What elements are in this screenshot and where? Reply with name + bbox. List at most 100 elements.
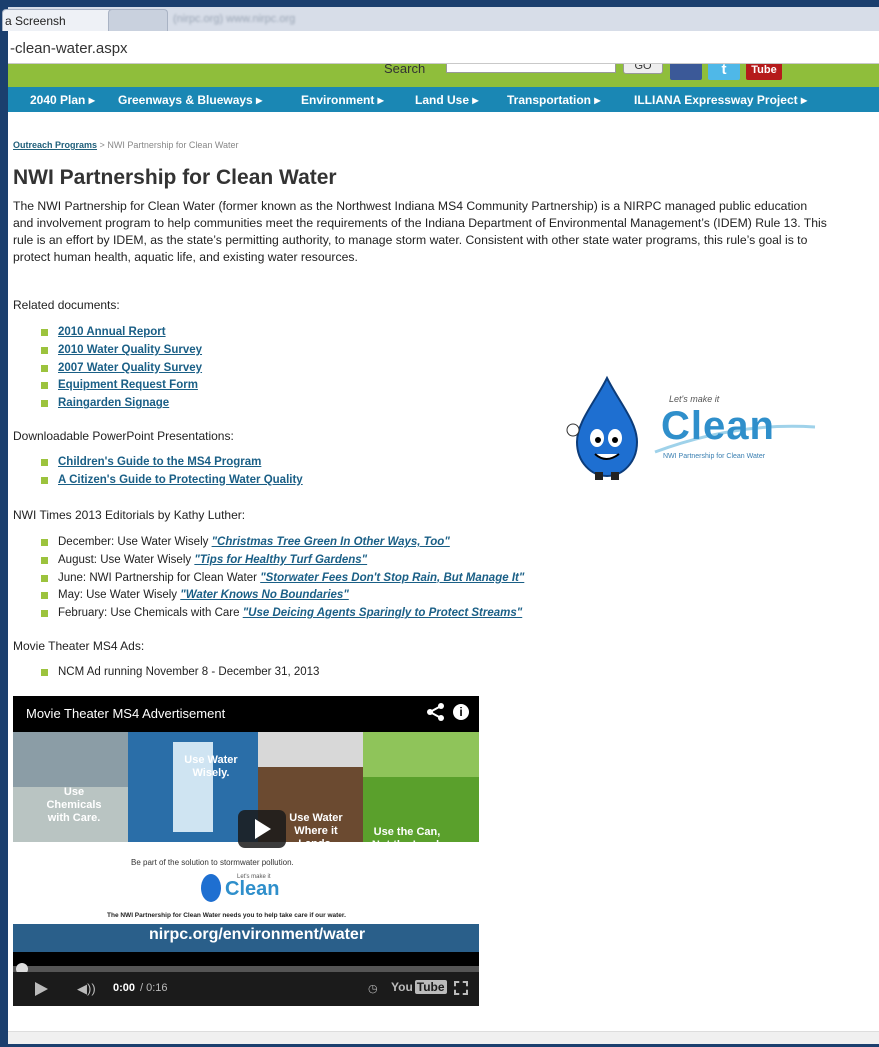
editorial-link-december[interactable]: "Christmas Tree Green In Other Ways, Too… <box>212 536 450 548</box>
list-item: February: Use Chemicals with Care "Use D… <box>38 605 524 623</box>
poster-footnote: The NWI Partnership for Clean Water need… <box>107 912 346 919</box>
list-item: NCM Ad running November 8 - December 31,… <box>38 664 319 682</box>
nav-item-transportation[interactable]: Transportation ▸ <box>507 93 600 107</box>
clean-water-logo: Let's make it Clean NWI Partnership for … <box>565 372 825 482</box>
list-item: May: Use Water Wisely "Water Knows No Bo… <box>38 587 524 605</box>
list-item: December: Use Water Wisely "Christmas Tr… <box>38 534 524 552</box>
ads-label: Movie Theater MS4 Ads: <box>13 639 145 653</box>
share-icon[interactable] <box>426 702 446 722</box>
editorials-list: December: Use Water Wisely "Christmas Tr… <box>38 534 524 623</box>
bullet-icon <box>41 459 48 466</box>
bullet-icon <box>41 382 48 390</box>
fullscreen-icon[interactable] <box>454 981 468 995</box>
twitter-icon[interactable]: t <box>708 64 740 80</box>
bullet-icon <box>41 556 48 564</box>
nav-item-environment[interactable]: Environment ▸ <box>301 93 384 107</box>
list-item: Equipment Request Form <box>38 377 202 395</box>
presentation-link-childrens-guide[interactable]: Children's Guide to the MS4 Program <box>58 456 261 468</box>
editorial-link-june[interactable]: "Storwater Fees Don't Stop Rain, But Man… <box>260 572 524 584</box>
editorial-prefix: December: Use Water Wisely <box>58 536 212 548</box>
watch-later-icon[interactable]: ◷ <box>368 982 378 995</box>
related-documents-list: 2010 Annual Report 2010 Water Quality Su… <box>38 324 202 413</box>
youtube-video-player[interactable]: Movie Theater MS4 Advertisement i Use Ch… <box>13 696 479 1006</box>
bullet-icon <box>41 610 48 618</box>
browser-frame: a Screensh × (nirpc.org) www.nirpc.org -… <box>0 0 879 1047</box>
editorial-prefix: August: Use Water Wisely <box>58 553 195 566</box>
bullet-icon <box>41 329 48 336</box>
doc-link-raingarden-signage[interactable]: Raingarden Signage <box>58 397 169 409</box>
panel-text-wisely: Use Water Wisely. <box>184 754 238 779</box>
horizontal-scrollbar[interactable] <box>8 1031 879 1044</box>
nav-item-illiana[interactable]: ILLIANA Expressway Project ▸ <box>634 93 807 107</box>
poster-url: nirpc.org/environment/water <box>149 926 366 943</box>
search-go-button[interactable]: GO <box>623 64 663 74</box>
address-url[interactable]: -clean-water.aspx <box>10 40 128 57</box>
search-label: Search <box>384 64 426 76</box>
bullet-icon <box>41 364 48 372</box>
logo-word: Clean <box>661 404 775 448</box>
list-item: 2010 Water Quality Survey <box>38 342 202 360</box>
address-bar[interactable]: -clean-water.aspx <box>8 31 879 64</box>
new-tab-button[interactable] <box>108 9 168 31</box>
web-page: Search GO t Tube 2040 Plan ▸ Greenways &… <box>8 64 879 1044</box>
doc-link-2007-water-survey[interactable]: 2007 Water Quality Survey <box>58 362 202 374</box>
doc-link-equipment-request[interactable]: Equipment Request Form <box>58 379 198 391</box>
presentation-link-citizens-guide[interactable]: A Citizen's Guide to Protecting Water Qu… <box>58 474 303 486</box>
logo-tagline: Let's make it <box>669 394 720 404</box>
editorials-label: NWI Times 2013 Editorials by Kathy Luthe… <box>13 508 246 522</box>
tab-label: a Screensh <box>5 14 66 28</box>
youtube-icon[interactable]: Tube <box>746 64 782 80</box>
bullet-icon <box>41 476 48 484</box>
nav-item-2040-plan[interactable]: 2040 Plan ▸ <box>30 93 95 107</box>
volume-icon[interactable]: ◀)) <box>77 981 96 997</box>
browser-tab-faded-label: (nirpc.org) www.nirpc.org <box>173 13 296 25</box>
editorial-prefix: May: Use Water Wisely <box>58 589 181 602</box>
editorial-prefix: February: Use Chemicals with Care <box>58 607 243 620</box>
doc-link-2010-annual-report[interactable]: 2010 Annual Report <box>58 326 166 338</box>
bullet-icon <box>41 539 48 546</box>
doc-link-2010-water-survey[interactable]: 2010 Water Quality Survey <box>58 344 202 356</box>
logo-subtitle: NWI Partnership for Clean Water <box>663 453 766 460</box>
youtube-logo-icon[interactable]: You Tube <box>391 980 447 994</box>
page-title: NWI Partnership for Clean Water <box>13 166 337 189</box>
video-controls: ◀)) 0:00 / 0:16 ◷ You Tube <box>13 972 479 1006</box>
panel-text-lands: Use Water Where it Lands. <box>289 812 343 850</box>
panel-text-can: Use the Can, Not the Land. <box>371 826 443 851</box>
video-current-time: 0:00 <box>113 982 136 994</box>
video-total-time: / 0:16 <box>140 982 168 994</box>
info-icon[interactable]: i <box>453 704 469 720</box>
breadcrumb-link-outreach[interactable]: Outreach Programs <box>13 140 97 150</box>
bullet-icon <box>41 592 48 600</box>
facebook-icon[interactable] <box>670 64 702 80</box>
list-item: June: NWI Partnership for Clean Water "S… <box>38 570 524 588</box>
editorial-link-may[interactable]: "Water Knows No Boundaries" <box>180 589 349 601</box>
panel-text-chemicals: Use Chemicals with Care. <box>46 786 102 824</box>
nav-item-land-use[interactable]: Land Use ▸ <box>415 93 478 107</box>
yt-tube: Tube <box>414 980 447 994</box>
editorial-link-february[interactable]: "Use Deicing Agents Sparingly to Protect… <box>243 607 523 619</box>
list-item: August: Use Water Wisely "Tips for Healt… <box>38 552 524 570</box>
editorial-link-august[interactable]: "Tips for Healthy Turf Gardens" <box>194 554 367 566</box>
poster-logo-word: Clean <box>225 878 280 900</box>
list-item: Children's Guide to the MS4 Program <box>38 454 303 472</box>
presentations-list: Children's Guide to the MS4 Program A Ci… <box>38 454 303 490</box>
list-item: Raingarden Signage <box>38 395 202 413</box>
site-header: Search GO t Tube <box>8 64 879 87</box>
presentations-label: Downloadable PowerPoint Presentations: <box>13 429 234 443</box>
list-item: A Citizen's Guide to Protecting Water Qu… <box>38 472 303 490</box>
list-item: 2007 Water Quality Survey <box>38 360 202 378</box>
play-icon[interactable] <box>35 982 48 996</box>
editorial-prefix: June: NWI Partnership for Clean Water <box>58 571 261 584</box>
related-documents-label: Related documents: <box>13 298 120 312</box>
bullet-icon <box>41 400 48 408</box>
ad-item-text: NCM Ad running November 8 - December 31,… <box>58 666 320 678</box>
list-item: 2010 Annual Report <box>38 324 202 342</box>
nav-item-greenways[interactable]: Greenways & Blueways ▸ <box>118 93 262 107</box>
search-input[interactable] <box>446 64 616 73</box>
breadcrumb-current: NWI Partnership for Clean Water <box>107 140 239 150</box>
bullet-icon <box>41 346 48 354</box>
video-title[interactable]: Movie Theater MS4 Advertisement <box>26 706 225 721</box>
bullet-icon <box>41 574 48 582</box>
video-poster[interactable]: Use Chemicals with Care. Use Water Wisel… <box>13 732 479 952</box>
tab-bar: a Screensh × (nirpc.org) www.nirpc.org <box>2 7 879 31</box>
